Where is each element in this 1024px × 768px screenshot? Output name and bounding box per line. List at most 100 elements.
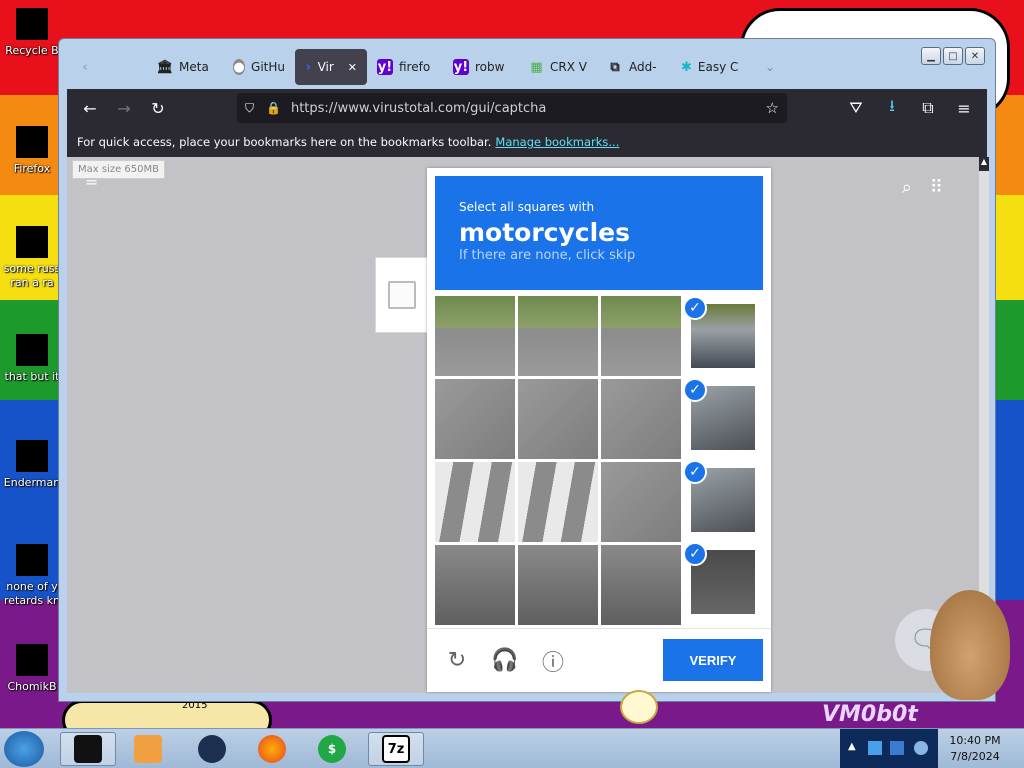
captcha-tile[interactable] — [601, 296, 681, 376]
captcha-checkbox-card — [375, 257, 435, 333]
bookmark-star-icon[interactable]: ☆ — [766, 99, 779, 117]
taskbar-app-globe[interactable] — [184, 732, 240, 766]
downloads-icon[interactable]: ⭳ — [875, 91, 909, 125]
captcha-selected-tile[interactable]: ✓ — [683, 542, 755, 614]
black-box-icon — [74, 735, 102, 763]
captcha-tile[interactable] — [435, 462, 515, 542]
close-window-button[interactable]: ✕ — [965, 47, 985, 65]
captcha-tile[interactable] — [435, 296, 515, 376]
taskbar-app-7zip[interactable]: 7z — [368, 732, 424, 766]
bookmarks-toolbar: For quick access, place your bookmarks h… — [67, 127, 987, 157]
manage-bookmarks-link[interactable]: Manage bookmarks... — [495, 135, 619, 149]
captcha-checkbox[interactable] — [388, 281, 416, 309]
tab-add-ons[interactable]: ⧉ Add- — [597, 49, 671, 85]
tab-robw-yahoo[interactable]: y! robw — [443, 49, 519, 85]
headphones-icon[interactable]: 🎧 — [487, 643, 523, 679]
reload-button[interactable]: ↻ — [141, 91, 175, 125]
captcha-selected-tile[interactable]: ✓ — [683, 460, 755, 532]
taskbar-app-dollar[interactable]: $ — [304, 732, 360, 766]
tab-list-chevron-icon[interactable]: ⌄ — [765, 60, 775, 74]
checkmark-icon: ✓ — [683, 460, 707, 484]
desktop-icon-none-of-y[interactable]: none of y retards kn — [0, 544, 64, 608]
url-text[interactable]: https://www.virustotal.com/gui/captcha — [291, 101, 546, 116]
app-icon — [16, 544, 48, 576]
tray-expand-icon[interactable]: ▲ — [848, 741, 856, 752]
virustotal-icon: › — [305, 59, 311, 75]
page-content: ≡ ⌕ ⠿ Select all squares with motorcycle… — [67, 157, 979, 693]
extensions-icon[interactable]: ⧉ — [911, 91, 945, 125]
captcha-tile[interactable] — [435, 379, 515, 459]
tray-network-icon[interactable] — [868, 741, 882, 755]
desktop-icon-enderman[interactable]: Enderman — [0, 440, 64, 490]
captcha-instruction: Select all squares with — [459, 200, 595, 214]
recycle-bin-icon — [16, 8, 48, 40]
upload-size-tooltip: Max size 650MB — [72, 160, 165, 179]
hamster-mascot-image — [930, 590, 1010, 700]
taskbar-app-desktop[interactable] — [60, 732, 116, 766]
captcha-tile[interactable] — [435, 545, 515, 625]
taskbar-app-media-player[interactable] — [120, 732, 176, 766]
media-player-icon — [134, 735, 162, 763]
captcha-selected-tile[interactable]: ✓ — [683, 296, 755, 368]
tray-display-icon[interactable] — [890, 741, 904, 755]
captcha-tile[interactable] — [518, 462, 598, 542]
document-icon — [16, 226, 48, 258]
tray-volume-icon[interactable] — [914, 741, 928, 755]
minimize-button[interactable]: ▁ — [921, 47, 941, 65]
start-button[interactable] — [4, 731, 44, 767]
back-button[interactable]: ← — [73, 91, 107, 125]
tab-firefox-yahoo[interactable]: y! firefo — [367, 49, 443, 85]
tab-virustotal[interactable]: › Vir ✕ — [295, 49, 367, 85]
scroll-up-icon[interactable]: ▲ — [979, 157, 989, 171]
apps-grid-icon[interactable]: ⠿ — [930, 177, 943, 198]
clock-date: 7/8/2024 — [950, 750, 1000, 763]
page-top-icons: ⌕ ⠿ — [902, 177, 943, 198]
taskbar-clock[interactable]: 10:40 PM 7/8/2024 — [940, 733, 1010, 765]
tab-meta[interactable]: 🏛 Meta — [147, 49, 223, 85]
firefox-icon — [16, 126, 48, 158]
info-icon[interactable]: ⓘ — [535, 643, 571, 679]
desktop-icon-that-but-it[interactable]: that but it — [0, 334, 64, 384]
shield-icon[interactable]: ⛉ — [245, 101, 254, 116]
desktop-icon-some-russ[interactable]: some russ ran a ra — [0, 226, 64, 290]
desktop-icon-recycle-bin[interactable]: Recycle B — [0, 8, 64, 58]
url-bar[interactable]: ⛉ 🔒 https://www.virustotal.com/gui/captc… — [237, 93, 787, 123]
captcha-tile[interactable] — [518, 545, 598, 625]
captcha-challenge: Select all squares with motorcycles If t… — [427, 168, 771, 692]
yahoo-icon: y! — [377, 59, 393, 75]
tab-github[interactable]: ● GitHu — [223, 49, 295, 85]
menu-hamburger-icon[interactable]: ≡ — [947, 91, 981, 125]
firefox-icon — [258, 735, 286, 763]
easy-icon: ✱ — [681, 59, 692, 75]
captcha-tile[interactable] — [601, 379, 681, 459]
close-tab-icon[interactable]: ✕ — [348, 61, 357, 74]
stacked-windows-icon — [16, 334, 48, 366]
captcha-tile[interactable] — [601, 462, 681, 542]
taskbar: $ 7z ▲ 10:40 PM 7/8/2024 — [0, 728, 1024, 768]
refresh-icon[interactable]: ↻ — [439, 643, 475, 679]
desktop-icon-firefox[interactable]: Firefox — [0, 126, 64, 176]
captcha-tile[interactable] — [518, 379, 598, 459]
tab-easy[interactable]: ✱ Easy C — [671, 49, 747, 85]
tab-crx-viewer[interactable]: ▦ CRX V — [519, 49, 597, 85]
globe-icon — [198, 735, 226, 763]
taskbar-app-firefox[interactable] — [244, 732, 300, 766]
clock-time: 10:40 PM — [949, 734, 1001, 747]
back-arrow-icon: ‹ — [82, 59, 88, 75]
captcha-hint: If there are none, click skip — [459, 248, 636, 263]
captcha-tile[interactable] — [601, 545, 681, 625]
browser-window: ‹ 🏛 Meta ● GitHu › Vir ✕ y! firefo y! robw ▦ CR… — [58, 38, 996, 702]
forward-button[interactable]: → — [107, 91, 141, 125]
lock-icon[interactable]: 🔒 — [266, 101, 281, 115]
maximize-button[interactable]: □ — [943, 47, 963, 65]
hamster-icon — [16, 644, 48, 676]
captcha-header: Select all squares with motorcycles If t… — [435, 176, 763, 290]
desktop-icons: Recycle B Firefox some russ ran a ra tha… — [0, 0, 64, 720]
search-icon[interactable]: ⌕ — [902, 177, 912, 198]
captcha-tile[interactable] — [518, 296, 598, 376]
captcha-selected-tile[interactable]: ✓ — [683, 378, 755, 450]
pocket-icon[interactable]: ⛛ — [839, 91, 873, 125]
tab-placeholder[interactable]: ‹ — [67, 49, 147, 85]
desktop-icon-chomikb[interactable]: ChomikB — [0, 644, 64, 694]
verify-button[interactable]: VERIFY — [663, 639, 763, 681]
